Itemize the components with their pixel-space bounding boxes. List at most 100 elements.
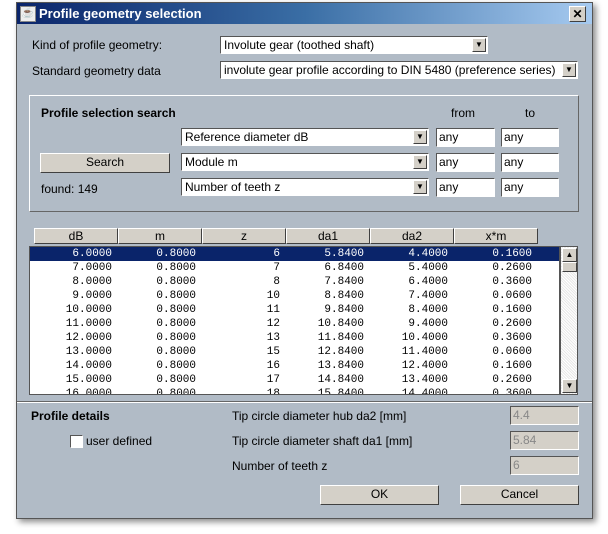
cancel-button[interactable]: Cancel xyxy=(460,485,579,505)
chevron-down-icon[interactable]: ▼ xyxy=(413,155,427,169)
divider xyxy=(17,401,592,403)
standard-value: involute gear profile according to DIN 5… xyxy=(224,63,556,77)
chevron-down-icon[interactable]: ▼ xyxy=(413,130,427,144)
user-defined-label: user defined xyxy=(86,434,153,448)
java-cup-icon: ☕ xyxy=(20,6,36,22)
table-cell: 0.8000 xyxy=(156,346,196,358)
table-cell: 0.8000 xyxy=(156,304,196,316)
table-cell: 8.4000 xyxy=(408,304,448,316)
profile-table: dB m z da1 da2 x*m 6.0000 0.8000 6 5.8400 4.4000 0… xyxy=(29,228,580,396)
table-cell: 0.8000 xyxy=(156,360,196,372)
teeth-field[interactable]: 6 xyxy=(510,456,579,475)
table-body[interactable]: 6.0000 0.8000 6 5.8400 4.4000 0.1600 7.0000 0.8… xyxy=(29,246,560,395)
criterion-from-3[interactable]: any xyxy=(436,178,495,197)
chevron-down-icon[interactable]: ▼ xyxy=(562,63,576,77)
search-title: Profile selection search xyxy=(41,106,176,120)
standard-label: Standard geometry data xyxy=(32,64,161,78)
table-row[interactable]: 10.0000 0.8000 11 9.8400 8.4000 0.1600 xyxy=(30,303,559,317)
table-cell: 0.8000 xyxy=(156,374,196,386)
table-cell: 15.0000 xyxy=(65,374,112,386)
table-cell: 8.8400 xyxy=(324,290,364,302)
table-cell: 15.8400 xyxy=(317,388,364,395)
table-row[interactable]: 16.0000 0.8000 18 15.8400 14.4000 0.3600 xyxy=(30,387,559,395)
criterion-combo-3[interactable]: Number of teeth z ▼ xyxy=(181,178,429,196)
table-cell: 7.8400 xyxy=(324,276,364,288)
column-header[interactable]: da2 xyxy=(370,228,454,244)
table-cell: 0.2600 xyxy=(492,262,532,274)
table-cell: 0.1600 xyxy=(492,360,532,372)
table-row[interactable]: 6.0000 0.8000 6 5.8400 4.4000 0.1600 xyxy=(30,247,559,261)
chevron-down-icon[interactable]: ▼ xyxy=(472,38,486,52)
criterion-field: Number of teeth z xyxy=(185,180,281,194)
hub-label: Tip circle diameter hub da2 [mm] xyxy=(232,409,407,423)
criterion-to-2[interactable]: any xyxy=(501,153,559,172)
title-bar[interactable]: ☕ Profile geometry selection ✕ xyxy=(17,3,592,24)
table-cell: 14.8400 xyxy=(317,374,364,386)
ok-button[interactable]: OK xyxy=(320,485,439,505)
table-row[interactable]: 13.0000 0.8000 15 12.8400 11.4000 0.0600 xyxy=(30,345,559,359)
table-row[interactable]: 7.0000 0.8000 7 6.8400 5.4000 0.2600 xyxy=(30,261,559,275)
table-cell: 14.4000 xyxy=(401,388,448,395)
table-cell: 12 xyxy=(266,318,280,330)
table-cell: 0.1600 xyxy=(492,248,532,260)
shaft-field[interactable]: 5.84 xyxy=(510,431,579,450)
table-cell: 14.0000 xyxy=(65,360,112,372)
column-header[interactable]: z xyxy=(202,228,286,244)
table-cell: 0.8000 xyxy=(156,318,196,330)
vertical-scrollbar[interactable]: ▲ ▼ xyxy=(560,246,578,395)
search-panel: Profile selection search from to Search … xyxy=(29,95,579,212)
table-row[interactable]: 11.0000 0.8000 12 10.8400 9.4000 0.2600 xyxy=(30,317,559,331)
table-cell: 0.8000 xyxy=(156,388,196,395)
chevron-down-icon[interactable]: ▼ xyxy=(413,180,427,194)
column-header[interactable]: x*m xyxy=(454,228,538,244)
table-cell: 6.4000 xyxy=(408,276,448,288)
table-cell: 5.4000 xyxy=(408,262,448,274)
table-cell: 13.0000 xyxy=(65,346,112,358)
criterion-from-2[interactable]: any xyxy=(436,153,495,172)
criterion-to-3[interactable]: any xyxy=(501,178,559,197)
criterion-to-1[interactable]: any xyxy=(501,128,559,147)
column-header[interactable]: m xyxy=(118,228,202,244)
table-cell: 9.0000 xyxy=(72,290,112,302)
table-cell: 9.4000 xyxy=(408,318,448,330)
scroll-thumb[interactable] xyxy=(562,262,577,272)
dialog-window: ☕ Profile geometry selection ✕ Kind of p… xyxy=(16,2,593,519)
table-cell: 6.0000 xyxy=(72,248,112,260)
scroll-down-icon[interactable]: ▼ xyxy=(562,379,577,393)
table-cell: 13.8400 xyxy=(317,360,364,372)
standard-combo[interactable]: involute gear profile according to DIN 5… xyxy=(220,61,578,79)
window-title: Profile geometry selection xyxy=(39,6,202,21)
search-button[interactable]: Search xyxy=(40,153,170,173)
table-cell: 11.0000 xyxy=(65,318,112,330)
table-cell: 12.8400 xyxy=(317,346,364,358)
kind-combo[interactable]: Involute gear (toothed shaft) ▼ xyxy=(220,36,488,54)
found-count: found: 149 xyxy=(41,182,98,196)
table-row[interactable]: 14.0000 0.8000 16 13.8400 12.4000 0.1600 xyxy=(30,359,559,373)
table-row[interactable]: 8.0000 0.8000 8 7.8400 6.4000 0.3600 xyxy=(30,275,559,289)
criterion-from-1[interactable]: any xyxy=(436,128,495,147)
column-header[interactable]: dB xyxy=(34,228,118,244)
table-row[interactable]: 9.0000 0.8000 10 8.8400 7.4000 0.0600 xyxy=(30,289,559,303)
table-row[interactable]: 12.0000 0.8000 13 11.8400 10.4000 0.3600 xyxy=(30,331,559,345)
table-row[interactable]: 15.0000 0.8000 17 14.8400 13.4000 0.2600 xyxy=(30,373,559,387)
user-defined-checkbox[interactable] xyxy=(70,435,83,448)
table-cell: 6 xyxy=(273,248,280,260)
table-cell: 0.1600 xyxy=(492,304,532,316)
teeth-label: Number of teeth z xyxy=(232,459,328,473)
column-header[interactable]: da1 xyxy=(286,228,370,244)
table-cell: 11.4000 xyxy=(401,346,448,358)
criterion-combo-1[interactable]: Reference diameter dB ▼ xyxy=(181,128,429,146)
table-cell: 8 xyxy=(273,276,280,288)
table-cell: 13.4000 xyxy=(401,374,448,386)
table-cell: 10.8400 xyxy=(317,318,364,330)
scroll-up-icon[interactable]: ▲ xyxy=(562,248,577,262)
close-button[interactable]: ✕ xyxy=(569,6,586,22)
table-cell: 12.0000 xyxy=(65,332,112,344)
table-cell: 0.8000 xyxy=(156,248,196,260)
kind-label: Kind of profile geometry: xyxy=(32,38,163,52)
table-cell: 7.4000 xyxy=(408,290,448,302)
table-cell: 13 xyxy=(266,332,280,344)
criterion-combo-2[interactable]: Module m ▼ xyxy=(181,153,429,171)
hub-field[interactable]: 4.4 xyxy=(510,406,579,425)
criterion-field: Reference diameter dB xyxy=(185,130,309,144)
